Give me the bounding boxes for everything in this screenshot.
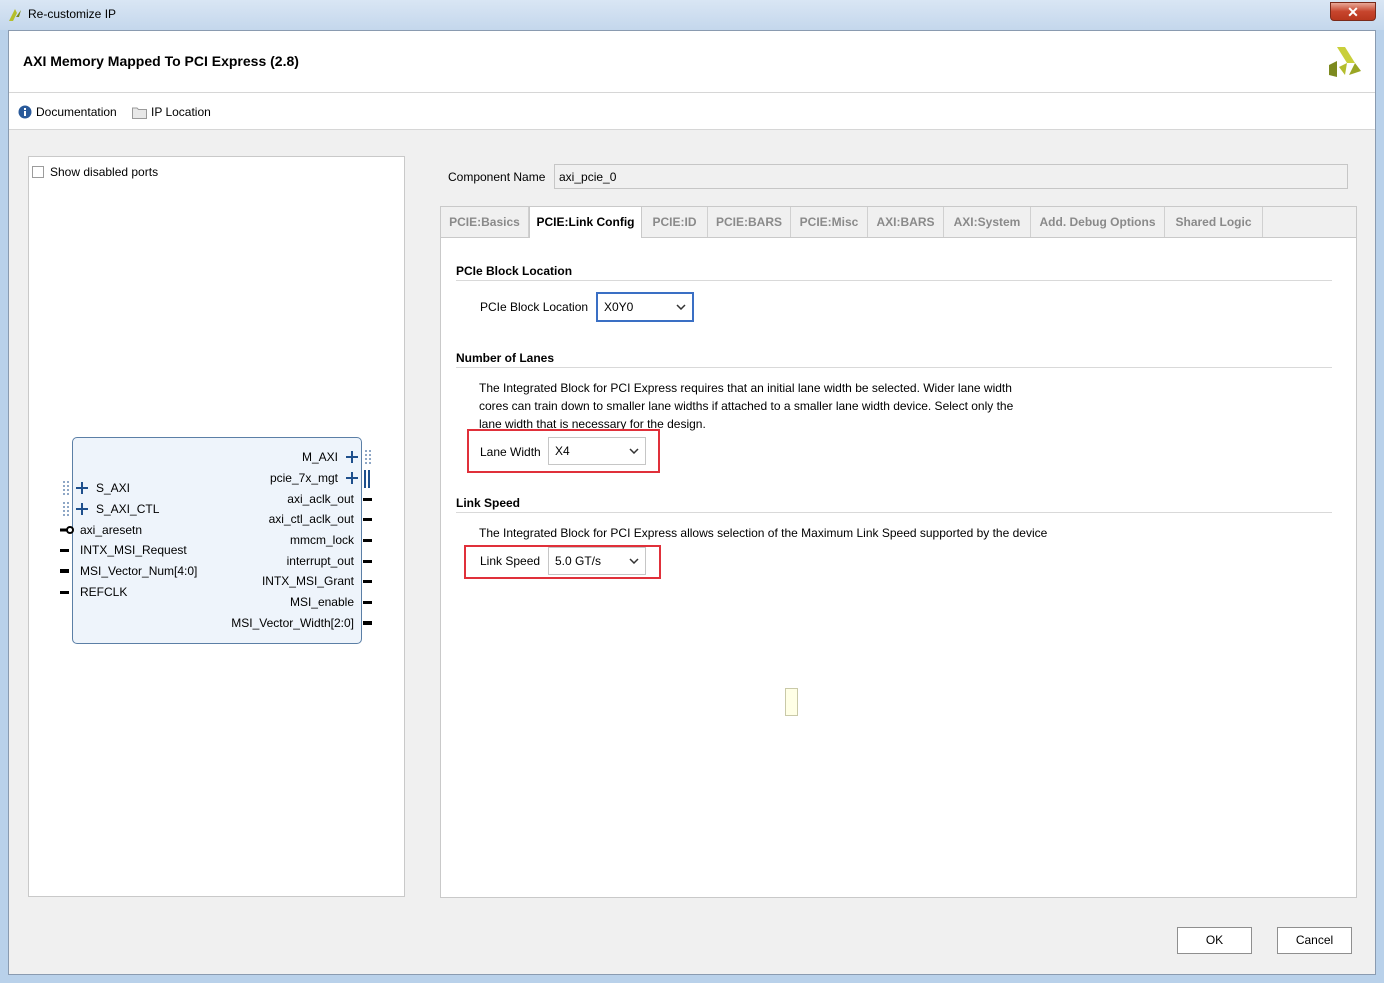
ok-button[interactable]: OK xyxy=(1177,927,1252,954)
empty-tooltip xyxy=(785,688,798,716)
pin-stub xyxy=(363,539,372,542)
tab-axi-bars[interactable]: AXI:BARS xyxy=(868,207,944,237)
show-disabled-ports-label: Show disabled ports xyxy=(50,165,159,179)
pcie-block-location-label: PCIe Block Location xyxy=(480,300,589,314)
port-label: axi_aresetn xyxy=(80,523,143,537)
chevron-down-icon xyxy=(629,558,639,564)
section-divider xyxy=(456,280,1332,281)
cancel-button[interactable]: Cancel xyxy=(1277,927,1352,954)
ip-location-label: IP Location xyxy=(151,105,211,119)
pin-stub xyxy=(60,549,69,552)
pcie-block-location-select[interactable]: X0Y0 xyxy=(596,292,694,322)
window-titlebar: Re-customize IP ✕ xyxy=(0,0,1384,30)
chevron-down-icon xyxy=(676,304,686,310)
tab-pcie-id[interactable]: PCIE:ID xyxy=(642,207,708,237)
port-label: INTX_MSI_Request xyxy=(80,543,187,557)
port-label: MSI_enable xyxy=(289,595,354,609)
documentation-button[interactable]: Documentation xyxy=(18,105,117,119)
dialog-header: AXI Memory Mapped To PCI Express (2.8) xyxy=(9,31,1375,93)
port-interrupt-out[interactable]: interrupt_out xyxy=(220,553,372,569)
port-m-axi[interactable]: M_AXI xyxy=(250,449,374,465)
port-mmcm-lock[interactable]: mmcm_lock xyxy=(220,532,372,548)
link-speed-description: The Integrated Block for PCI Express all… xyxy=(479,526,1048,540)
ip-location-button[interactable]: IP Location xyxy=(132,105,211,119)
window-title: Re-customize IP xyxy=(28,7,117,21)
port-label: M_AXI xyxy=(301,450,338,464)
xilinx-logo-icon xyxy=(1329,47,1361,77)
pin-stub xyxy=(60,569,69,573)
tab-shared-logic[interactable]: Shared Logic xyxy=(1165,207,1263,237)
tab-pcie-misc[interactable]: PCIE:Misc xyxy=(791,207,868,237)
link-speed-value: 5.0 GT/s xyxy=(555,554,602,568)
pin-stub xyxy=(363,601,372,604)
show-disabled-ports-checkbox[interactable] xyxy=(32,166,44,178)
lane-width-select[interactable]: X4 xyxy=(548,437,646,465)
info-icon xyxy=(18,105,32,119)
port-label: axi_ctl_aclk_out xyxy=(268,512,354,526)
port-msi-vector-width[interactable]: MSI_Vector_Width[2:0] xyxy=(220,615,372,631)
tab-pcie-link-config[interactable]: PCIE:Link Config xyxy=(529,207,642,238)
bus-plus-icon xyxy=(63,481,88,495)
pcie-block-location-value: X0Y0 xyxy=(604,300,634,314)
port-pcie-7x-mgt[interactable]: pcie_7x_mgt xyxy=(250,470,374,488)
folder-icon xyxy=(132,107,147,119)
ip-title: AXI Memory Mapped To PCI Express (2.8) xyxy=(23,53,299,69)
port-label: axi_aclk_out xyxy=(287,492,354,506)
lane-width-description: The Integrated Block for PCI Express req… xyxy=(479,381,1014,431)
port-label: REFCLK xyxy=(80,585,128,599)
pin-stub xyxy=(363,580,372,583)
link-speed-heading: Link Speed xyxy=(456,496,521,510)
documentation-label: Documentation xyxy=(36,105,117,119)
pcie-block-location-heading: PCIe Block Location xyxy=(456,264,573,278)
bus-plus-icon xyxy=(346,450,371,464)
pin-stub xyxy=(363,621,372,625)
component-name-label: Component Name xyxy=(448,170,546,184)
pin-stub xyxy=(363,498,372,501)
port-label: mmcm_lock xyxy=(289,533,354,547)
tab-add-debug-options[interactable]: Add. Debug Options xyxy=(1031,207,1165,237)
port-label: pcie_7x_mgt xyxy=(269,471,338,485)
bus-plus-icon xyxy=(346,470,370,488)
pin-stub xyxy=(60,591,69,594)
lane-width-value: X4 xyxy=(555,444,570,458)
component-name-input[interactable]: axi_pcie_0 xyxy=(554,164,1348,189)
reset-pin-icon xyxy=(60,526,74,534)
tab-strip: PCIE:Basics PCIE:Link Config PCIE:ID PCI… xyxy=(441,207,1356,238)
port-label: S_AXI_CTL xyxy=(96,502,160,516)
port-label: MSI_Vector_Num[4:0] xyxy=(80,564,198,578)
show-disabled-ports-option[interactable]: Show disabled ports xyxy=(32,165,158,179)
number-of-lanes-heading: Number of Lanes xyxy=(456,351,555,365)
tab-pcie-bars[interactable]: PCIE:BARS xyxy=(708,207,791,237)
section-divider xyxy=(456,512,1332,513)
port-msi-enable[interactable]: MSI_enable xyxy=(220,594,372,610)
port-label: INTX_MSI_Grant xyxy=(261,574,354,588)
port-label: S_AXI xyxy=(96,481,131,495)
port-axi-ctl-aclk-out[interactable]: axi_ctl_aclk_out xyxy=(220,511,372,527)
port-axi-aclk-out[interactable]: axi_aclk_out xyxy=(220,491,372,507)
toolbar: Documentation IP Location xyxy=(9,93,1375,130)
pin-stub xyxy=(363,518,372,521)
link-speed-select[interactable]: 5.0 GT/s xyxy=(548,547,646,575)
port-label: interrupt_out xyxy=(286,554,354,568)
bus-plus-icon xyxy=(63,502,88,516)
close-button[interactable]: ✕ xyxy=(1330,2,1376,21)
tab-pcie-basics[interactable]: PCIE:Basics xyxy=(441,207,529,237)
pin-stub xyxy=(363,560,372,563)
port-intx-msi-grant[interactable]: INTX_MSI_Grant xyxy=(220,573,372,589)
tab-axi-system[interactable]: AXI:System xyxy=(944,207,1031,237)
port-label: MSI_Vector_Width[2:0] xyxy=(231,616,354,630)
lane-width-label: Lane Width xyxy=(480,445,541,459)
app-icon xyxy=(9,9,21,21)
chevron-down-icon xyxy=(629,448,639,454)
link-speed-label: Link Speed xyxy=(480,554,541,568)
section-divider xyxy=(456,367,1332,368)
